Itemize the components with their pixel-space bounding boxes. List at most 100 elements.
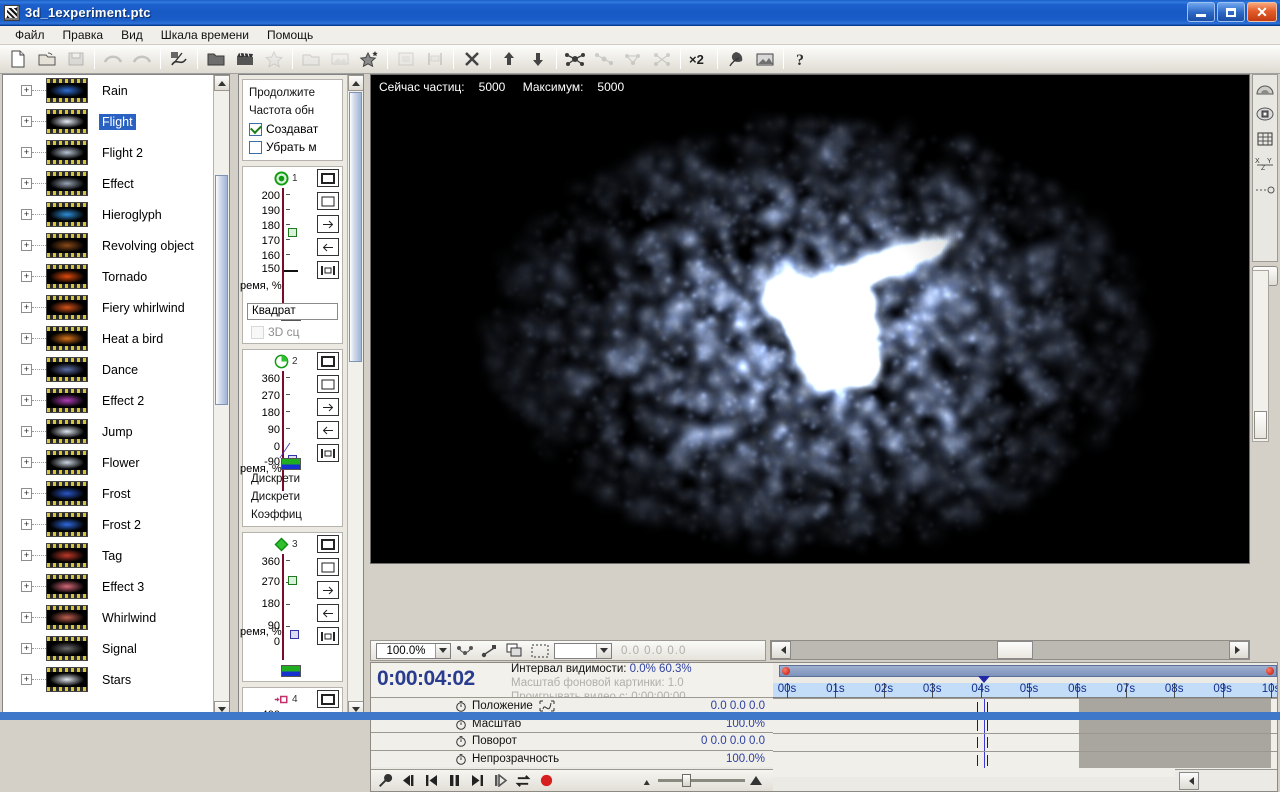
playhead-marker[interactable]: [977, 676, 990, 683]
prev-key-button[interactable]: [423, 773, 439, 789]
tree-item-hieroglyph[interactable]: + Hieroglyph: [3, 199, 213, 230]
preview-viewport[interactable]: Сейчас частиц: 5000 Максимум: 5000: [370, 74, 1250, 564]
redo-button[interactable]: [128, 47, 156, 72]
duplicate-button[interactable]: [504, 642, 526, 660]
double-button[interactable]: ×2: [685, 47, 713, 72]
graph-4-btn-fit[interactable]: [317, 690, 339, 708]
graph-3-handle-bottom[interactable]: [290, 630, 299, 639]
viewport-horizontal-scrollbar[interactable]: [770, 640, 1250, 660]
tree-item-frost-2[interactable]: + Frost 2: [3, 509, 213, 540]
range-start-handle[interactable]: [782, 667, 790, 675]
delete-button[interactable]: [458, 47, 486, 72]
timeline-range-bar[interactable]: [779, 665, 1277, 677]
particle-link-button[interactable]: [479, 642, 501, 660]
tree-expander[interactable]: +: [21, 674, 32, 685]
graph-2-color-swatch[interactable]: [281, 458, 301, 470]
timeline-ruler[interactable]: 00s 01s 02s 03s 04s 05s 06s 07s 08s 09s 10s: [773, 683, 1277, 698]
tree-scroll-up-button[interactable]: [214, 75, 229, 91]
axes-button[interactable]: XYZ: [1254, 154, 1276, 174]
stopwatch-icon[interactable]: [455, 700, 467, 713]
range-end-handle[interactable]: [1266, 667, 1274, 675]
graph-1-btn-fit[interactable]: [317, 169, 339, 187]
tree-item-flight-2[interactable]: + Flight 2: [3, 137, 213, 168]
minimize-button[interactable]: [1187, 2, 1215, 22]
graph-1-3d-checkbox[interactable]: [251, 325, 264, 339]
graph-1-handle[interactable]: [288, 228, 297, 237]
picture-button[interactable]: [751, 47, 779, 72]
menu-item-timeline[interactable]: Шкала времени: [152, 27, 258, 43]
graph-2-btn-fit[interactable]: [317, 352, 339, 370]
tree-expander[interactable]: +: [21, 581, 32, 592]
menu-item-edit[interactable]: Правка: [54, 27, 113, 43]
movie-button[interactable]: [231, 47, 259, 72]
tree-expander[interactable]: +: [21, 643, 32, 654]
tree-expander[interactable]: +: [21, 457, 32, 468]
move-up-button[interactable]: [495, 47, 523, 72]
viewport-scroll-left-button[interactable]: [771, 641, 791, 659]
particles-chain-button[interactable]: [619, 47, 647, 72]
record-button[interactable]: [538, 773, 554, 789]
save-button[interactable]: [62, 47, 90, 72]
zoom-dropdown-button[interactable]: [435, 643, 450, 658]
timeline-row-поворот[interactable]: Поворот 0 0.0 0.0 0.0: [371, 732, 773, 750]
pause-button[interactable]: [446, 773, 462, 789]
move-down-button[interactable]: [524, 47, 552, 72]
stopwatch-icon[interactable]: [455, 753, 467, 765]
tree-item-effect[interactable]: + Effect: [3, 168, 213, 199]
open-file-button[interactable]: [33, 47, 61, 72]
graph-2-btn-expand[interactable]: [317, 444, 339, 462]
tree-item-frost[interactable]: + Frost: [3, 478, 213, 509]
stopwatch-icon[interactable]: [455, 735, 467, 748]
timeline-tracks-grid[interactable]: [773, 698, 1277, 777]
align-button[interactable]: [421, 47, 449, 72]
menu-item-file[interactable]: Файл: [6, 27, 54, 43]
viewport-scroll-thumb[interactable]: [1254, 411, 1267, 439]
next-key-button[interactable]: [469, 773, 485, 789]
curve-editor-icon[interactable]: [539, 700, 555, 712]
loop-button[interactable]: [515, 773, 531, 789]
properties-scroll-thumb[interactable]: [349, 92, 362, 362]
tree-item-tornado[interactable]: + Tornado: [3, 261, 213, 292]
favorite-button[interactable]: [260, 47, 288, 72]
tree-vertical-scrollbar[interactable]: [213, 75, 229, 717]
keyframe-marker[interactable]: [986, 754, 988, 766]
tree-item-effect-2[interactable]: + Effect 2: [3, 385, 213, 416]
tree-item-stars[interactable]: + Stars: [3, 664, 213, 695]
graph-3-btn-right[interactable]: [317, 581, 339, 599]
rotate-tool-button[interactable]: [1254, 79, 1276, 99]
volume-slider-knob[interactable]: [682, 773, 691, 787]
tree-expander[interactable]: +: [21, 519, 32, 530]
graph-1-shape-combo[interactable]: Квадрат: [247, 303, 338, 320]
marquee-button[interactable]: [529, 642, 551, 660]
tree-item-rain[interactable]: + Rain: [3, 75, 213, 106]
particle-path-button[interactable]: [454, 642, 476, 660]
tree-expander[interactable]: +: [21, 612, 32, 623]
export-folder-button[interactable]: [297, 47, 325, 72]
tree-item-whirlwind[interactable]: + Whirlwind: [3, 602, 213, 633]
graph-1-btn-expand[interactable]: [317, 261, 339, 279]
tree-expander[interactable]: +: [21, 147, 32, 158]
maximize-button[interactable]: [1217, 2, 1245, 22]
camera-target-button[interactable]: [1254, 104, 1276, 124]
tree-expander[interactable]: +: [21, 240, 32, 251]
volume-slider-track[interactable]: [658, 773, 745, 787]
graph-3-btn-left[interactable]: [317, 604, 339, 622]
tree-item-jump[interactable]: + Jump: [3, 416, 213, 447]
close-button[interactable]: ✕: [1247, 2, 1277, 22]
tree-expander[interactable]: +: [21, 333, 32, 344]
menu-item-view[interactable]: Вид: [112, 27, 152, 43]
timeline-track-lane[interactable]: [773, 750, 1277, 768]
graph-1-btn-flat[interactable]: [317, 192, 339, 210]
new-document-button[interactable]: [4, 47, 32, 72]
curve-editor-button[interactable]: [165, 47, 193, 72]
ruler-button[interactable]: [1254, 179, 1276, 199]
tree-expander[interactable]: +: [21, 302, 32, 313]
timeline-row-непрозрачность[interactable]: Непрозрачность 100.0%: [371, 749, 773, 767]
graph-3-btn-expand[interactable]: [317, 627, 339, 645]
create-checkbox[interactable]: [249, 122, 262, 136]
graph-block-3[interactable]: 3 360 270 180 90 0 ремя, %: [240, 532, 343, 682]
tree-expander[interactable]: +: [21, 426, 32, 437]
particles-button[interactable]: [561, 47, 589, 72]
keyframe-marker[interactable]: [986, 737, 988, 748]
graph-3-handle-top[interactable]: [288, 576, 297, 585]
